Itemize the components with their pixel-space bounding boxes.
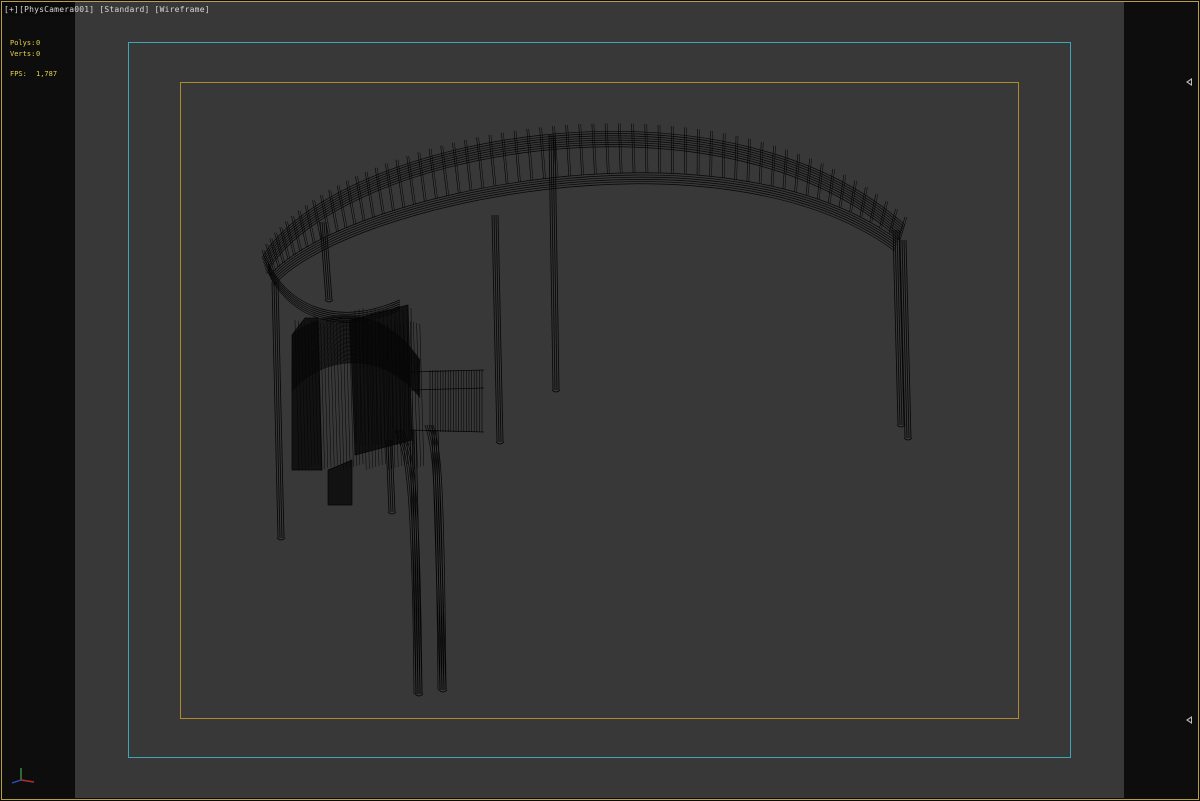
viewport[interactable]: [+][PhysCamera001] [Standard] [Wireframe…: [0, 0, 1200, 801]
viewport-shading-menu[interactable]: [Wireframe]: [155, 5, 210, 14]
polys-value: 0: [36, 39, 41, 47]
viewport-general-menu[interactable]: [+]: [4, 5, 19, 14]
viewport-camera-menu[interactable]: [PhysCamera001]: [19, 5, 94, 14]
fps-label: FPS:: [10, 70, 27, 78]
polys-label: Polys:: [10, 39, 36, 47]
viewport-label-menu[interactable]: [+][PhysCamera001] [Standard] [Wireframe…: [4, 5, 210, 14]
fps-value: 1,787: [36, 70, 58, 78]
axis-tripod-icon: [11, 768, 35, 784]
triangle-left-icon[interactable]: [1186, 78, 1192, 86]
viewport-standard-menu[interactable]: [Standard]: [99, 5, 149, 14]
verts-value: 0: [36, 50, 41, 58]
verts-label: Verts:: [10, 50, 36, 58]
statistics-overlay: Polys: 0 Verts: 0 FPS: 1,787: [10, 38, 57, 80]
wireframe-pavilion[interactable]: [0, 0, 1200, 801]
triangle-left-icon[interactable]: [1186, 716, 1192, 724]
